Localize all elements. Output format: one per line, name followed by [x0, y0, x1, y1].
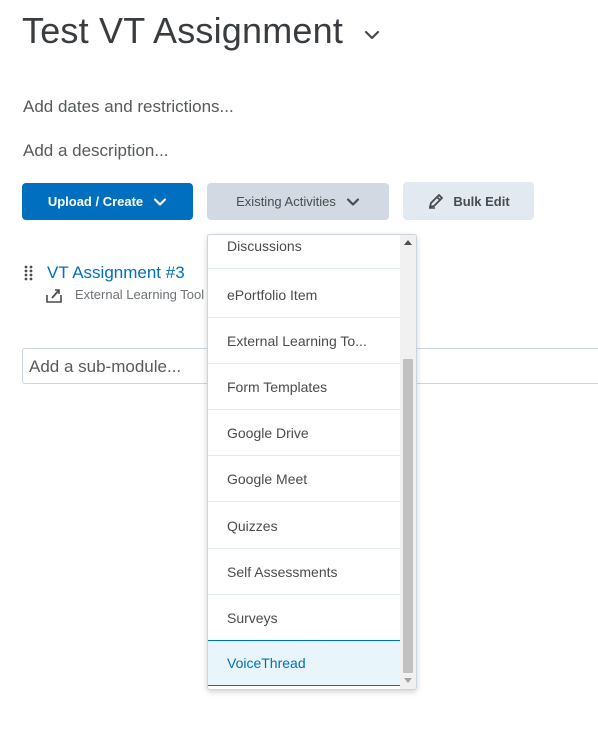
scroll-down-arrow-icon[interactable]	[404, 678, 412, 683]
content-item-type: External Learning Tool	[75, 287, 205, 302]
upload-create-label: Upload / Create	[47, 194, 144, 209]
existing-activities-label: Existing Activities	[236, 194, 336, 209]
chevron-down-icon[interactable]	[363, 26, 381, 44]
dropdown-item-google-meet[interactable]: Google Meet	[208, 456, 400, 502]
dropdown-item-surveys[interactable]: Surveys	[208, 595, 400, 641]
existing-activities-button[interactable]: Existing Activities	[207, 183, 389, 220]
scroll-up-arrow-icon[interactable]	[404, 240, 412, 245]
dropdown-scrollbar[interactable]	[400, 235, 416, 689]
page-title: Test VT Assignment	[22, 10, 344, 51]
dropdown-item-voicethread[interactable]: VoiceThread	[208, 640, 400, 686]
dropdown-item-form-templates[interactable]: Form Templates	[208, 364, 400, 410]
existing-activities-dropdown[interactable]: Discussions ePortfolio Item External Lea…	[207, 234, 417, 690]
add-dates-link[interactable]: Add dates and restrictions...	[23, 97, 234, 117]
bulk-edit-button[interactable]: Bulk Edit	[403, 182, 534, 220]
bulk-edit-label: Bulk Edit	[453, 193, 510, 209]
scrollbar-thumb[interactable]	[403, 359, 413, 673]
dropdown-item-quizzes[interactable]: Quizzes	[208, 503, 400, 549]
chevron-down-icon	[346, 195, 360, 209]
content-item-title[interactable]: VT Assignment #3	[47, 263, 185, 283]
pencil-icon	[427, 192, 445, 210]
drag-handle-icon[interactable]	[24, 265, 34, 281]
add-description-link[interactable]: Add a description...	[23, 141, 169, 161]
page-header: Test VT Assignment	[22, 10, 381, 52]
upload-create-button[interactable]: Upload / Create	[22, 183, 193, 220]
dropdown-item-self-assessments[interactable]: Self Assessments	[208, 549, 400, 595]
dropdown-item-eportfolio[interactable]: ePortfolio Item	[208, 272, 400, 318]
dropdown-item-google-drive[interactable]: Google Drive	[208, 410, 400, 456]
external-tool-icon	[46, 287, 64, 303]
dropdown-item-external-learning-tool[interactable]: External Learning To...	[208, 318, 400, 364]
chevron-down-icon	[153, 195, 167, 209]
dropdown-item-discussions[interactable]: Discussions	[208, 235, 400, 269]
